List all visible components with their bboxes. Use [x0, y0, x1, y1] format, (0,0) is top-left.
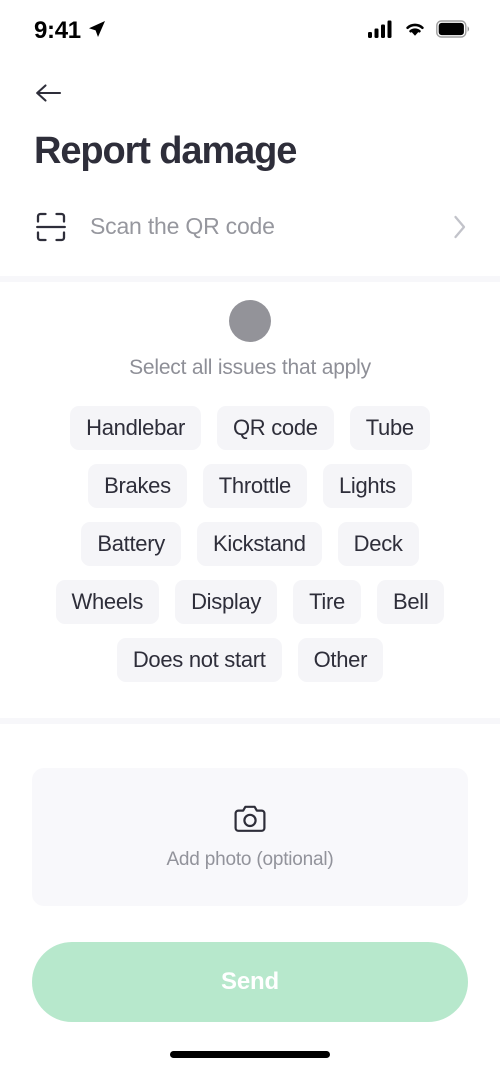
nav-bar — [0, 62, 500, 110]
issue-chip[interactable]: Battery — [81, 521, 181, 566]
scooter-avatar-circle — [229, 299, 271, 342]
status-bar-right — [368, 19, 470, 43]
photo-section: Add photo (optional) — [0, 724, 500, 906]
issue-chip[interactable]: Does not start — [116, 637, 282, 682]
issue-chip[interactable]: Brakes — [88, 463, 187, 508]
issue-chip[interactable]: Wheels — [55, 579, 160, 624]
issue-chip[interactable]: Bell — [376, 579, 445, 624]
camera-icon — [232, 803, 268, 835]
issue-chip-list: Handlebar QR code Tube Brakes Throttle L… — [0, 405, 500, 682]
status-time: 9:41 — [34, 17, 81, 44]
issue-chip[interactable]: Kickstand — [196, 521, 322, 566]
chip-row: Handlebar QR code Tube — [0, 405, 500, 450]
issue-chip[interactable]: Tire — [293, 579, 361, 624]
issues-hint-label: Select all issues that apply — [129, 355, 371, 379]
location-arrow-icon — [87, 19, 107, 44]
add-photo-label: Add photo (optional) — [166, 848, 334, 870]
issue-chip[interactable]: QR code — [216, 405, 334, 450]
chip-row: Wheels Display Tire Bell — [0, 579, 500, 624]
send-button[interactable]: Send — [32, 941, 468, 1022]
issue-chip[interactable]: Throttle — [202, 463, 307, 508]
back-button[interactable] — [34, 80, 74, 110]
phone-screen: 9:41 Report damage Scan the QR code Sele… — [0, 0, 500, 1080]
chip-row: Brakes Throttle Lights — [0, 463, 500, 508]
status-bar: 9:41 — [0, 0, 500, 62]
issues-section: Select all issues that apply Handlebar Q… — [0, 281, 500, 718]
qr-scan-icon — [34, 210, 68, 244]
issue-chip[interactable]: Other — [297, 637, 384, 682]
submit-section: Send — [0, 906, 500, 1022]
issue-chip[interactable]: Display — [175, 579, 278, 624]
scan-qr-label: Scan the QR code — [90, 213, 275, 240]
scan-qr-row[interactable]: Scan the QR code — [0, 172, 500, 276]
status-bar-left: 9:41 — [34, 17, 107, 45]
issue-chip[interactable]: Handlebar — [70, 405, 201, 450]
chip-row: Does not start Other — [0, 637, 500, 682]
chip-row: Battery Kickstand Deck — [0, 521, 500, 566]
arrow-left-icon — [34, 81, 64, 110]
issue-chip[interactable]: Deck — [337, 521, 419, 566]
battery-full-icon — [436, 19, 470, 43]
chevron-right-icon — [450, 210, 470, 244]
add-photo-button[interactable]: Add photo (optional) — [32, 767, 468, 906]
wifi-icon — [403, 20, 427, 43]
issue-chip[interactable]: Lights — [322, 463, 412, 508]
page-title: Report damage — [34, 130, 297, 172]
cellular-signal-icon — [368, 20, 394, 43]
home-indicator — [170, 1051, 330, 1058]
issue-chip[interactable]: Tube — [349, 405, 430, 450]
